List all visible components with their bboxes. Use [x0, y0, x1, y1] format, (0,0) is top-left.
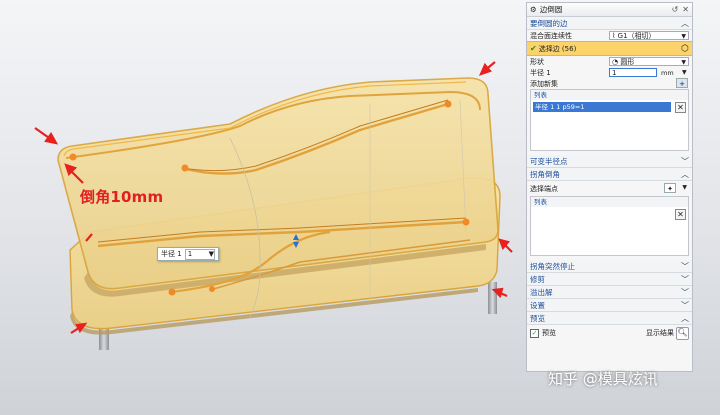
- delete-icon[interactable]: ✕: [675, 209, 686, 220]
- radius-row: 半径 1 1 mm ▼: [527, 67, 692, 78]
- add-set-label: 添加新集: [530, 79, 558, 88]
- chevron-down-icon[interactable]: ﹀: [681, 156, 689, 167]
- radius-unit: mm: [661, 68, 674, 77]
- variable-radius-label: 可变半径点: [530, 156, 568, 166]
- radius-list: 列表 半径 1 1 p59=1 ✕: [530, 89, 689, 151]
- chevron-down-icon[interactable]: ﹀: [681, 300, 689, 311]
- chevron-up-icon[interactable]: ︿: [681, 169, 689, 180]
- post-right-front: [488, 282, 497, 314]
- add-set-icon[interactable]: +: [676, 78, 688, 88]
- shape-select[interactable]: ◔ 圆形 ▼: [609, 57, 689, 66]
- vertex-list: 列表 ✕: [530, 196, 689, 256]
- select-vertex-row: 选择端点 ✦ ▼: [527, 181, 692, 196]
- chevron-down-icon[interactable]: ▼: [681, 32, 688, 40]
- edge-blend-dialog: ⚙ 边倒圆 ↺ ✕ 要倒圆的边 ︿ 混合面连续性 ⌇ G1（相切） ▼ ✔ 选择…: [526, 2, 693, 372]
- show-result-button[interactable]: 显示结果 🔍︎: [646, 326, 689, 340]
- chevron-up-icon[interactable]: ︿: [681, 18, 689, 29]
- settings-label: 设置: [530, 300, 545, 310]
- section-edges-label: 要倒圆的边: [530, 18, 568, 28]
- select-edge-row[interactable]: ✔ 选择边 (56) ⬡: [527, 41, 692, 56]
- pick-vertex-icon[interactable]: ✦: [664, 183, 676, 193]
- close-icon[interactable]: ✕: [682, 5, 689, 14]
- trim-label: 修剪: [530, 274, 545, 284]
- section-corner-stop[interactable]: 拐角突然停止 ﹀: [527, 260, 692, 273]
- preview-row: ✓ 预览 显示结果 🔍︎: [527, 325, 692, 341]
- preview-label: 预览: [542, 329, 556, 337]
- corner-setback-label: 拐角倒角: [530, 169, 560, 179]
- section-settings[interactable]: 设置 ﹀: [527, 299, 692, 312]
- section-preview[interactable]: 预览 ︿: [527, 312, 692, 325]
- chevron-down-icon[interactable]: ▼: [682, 69, 687, 76]
- magnifier-icon[interactable]: 🔍︎: [676, 326, 689, 340]
- delete-icon[interactable]: ✕: [675, 102, 686, 113]
- watermark: 知乎 @模具炫讯: [548, 370, 658, 388]
- section-overflow[interactable]: 溢出解 ﹀: [527, 286, 692, 299]
- shape-label: 形状: [530, 57, 544, 66]
- chevron-up-icon[interactable]: ︿: [681, 313, 689, 324]
- select-edge-label: 选择边 (56): [538, 44, 577, 53]
- continuity-label: 混合面连续性: [530, 31, 572, 40]
- reset-icon[interactable]: ↺: [672, 5, 679, 14]
- part-model[interactable]: [0, 0, 525, 415]
- section-corner-setback[interactable]: 拐角倒角 ︿: [527, 168, 692, 181]
- section-variable-radius[interactable]: 可变半径点 ﹀: [527, 155, 692, 168]
- show-result-label: 显示结果: [646, 329, 674, 337]
- chevron-down-icon[interactable]: ▼: [681, 58, 688, 66]
- add-set-row: 添加新集 +: [527, 78, 692, 89]
- chevron-down-icon[interactable]: ▼: [209, 250, 214, 259]
- shape-row: 形状 ◔ 圆形 ▼: [527, 56, 692, 67]
- chevron-down-icon[interactable]: ﹀: [681, 261, 689, 272]
- chevron-down-icon[interactable]: ▼: [682, 184, 687, 191]
- select-vertex-label: 选择端点: [530, 184, 558, 193]
- continuity-row: 混合面连续性 ⌇ G1（相切） ▼: [527, 30, 692, 41]
- section-trim[interactable]: 修剪 ﹀: [527, 273, 692, 286]
- preview-checkbox[interactable]: ✓: [530, 328, 539, 338]
- section-edges[interactable]: 要倒圆的边 ︿: [527, 17, 692, 30]
- dialog-titlebar: ⚙ 边倒圆 ↺ ✕: [527, 3, 692, 17]
- dialog-title: 边倒圆: [539, 5, 563, 14]
- radius-popup[interactable]: 半径 1 1 ▼: [157, 247, 219, 261]
- radius-input[interactable]: 1: [609, 68, 657, 77]
- 3d-viewport[interactable]: 倒角10mm 半径 1 1 ▼: [0, 0, 525, 415]
- list-header: 列表: [531, 197, 688, 207]
- radius-popup-value: 1: [187, 249, 193, 258]
- radius-popup-input[interactable]: 1 ▼: [184, 248, 215, 260]
- chevron-down-icon[interactable]: ﹀: [681, 287, 689, 298]
- radius-popup-label: 半径 1: [161, 250, 182, 258]
- list-header: 列表: [531, 90, 688, 100]
- chevron-down-icon[interactable]: ﹀: [681, 274, 689, 285]
- continuity-value: G1（相切）: [617, 32, 656, 40]
- list-item[interactable]: 半径 1 1 p59=1: [533, 102, 671, 112]
- gear-icon: ⚙: [530, 5, 537, 14]
- shape-value: 圆形: [620, 58, 635, 66]
- cube-icon[interactable]: ⬡: [681, 44, 689, 54]
- annotation-label: 倒角10mm: [80, 188, 164, 206]
- overflow-label: 溢出解: [530, 287, 553, 297]
- shape-icon: ◔: [612, 58, 621, 66]
- checkmark-icon: ✔: [530, 44, 537, 53]
- corner-stop-label: 拐角突然停止: [530, 261, 575, 271]
- continuity-select[interactable]: ⌇ G1（相切） ▼: [609, 31, 689, 40]
- radius-label: 半径 1: [530, 68, 551, 77]
- radius-value: 1: [612, 69, 617, 77]
- preview-section-label: 预览: [530, 313, 545, 323]
